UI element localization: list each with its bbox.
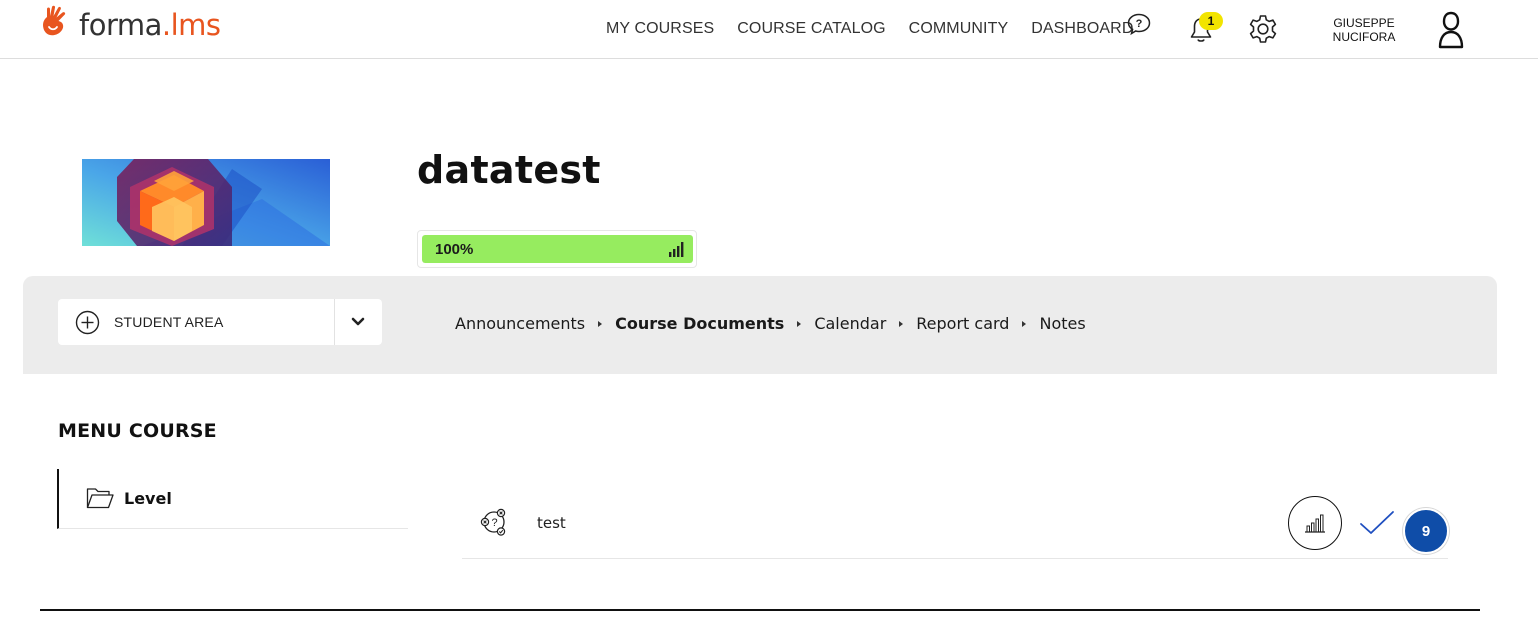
progress-label: 100% [435,241,474,258]
course-progress: 100% [417,230,697,268]
section-link-calendar[interactable]: Calendar [814,314,886,333]
course-section-nav: Announcements Course Documents Calendar … [455,314,1086,333]
section-link-announcements[interactable]: Announcements [455,314,585,333]
help-question-icon: ? [1127,13,1151,36]
course-cover-graphic [82,159,330,246]
main-nav: MY COURSES COURSE CATALOG COMMUNITY DASH… [606,20,1157,38]
section-link-report-card[interactable]: Report card [916,314,1009,333]
nav-course-catalog[interactable]: COURSE CATALOG [737,20,885,38]
brand-wordmark: forma.lms [79,7,221,42]
svg-text:?: ? [491,517,497,529]
brand-logo[interactable]: forma.lms [38,0,221,48]
user-icon [1438,11,1464,49]
plus-circle-icon [75,310,100,334]
nav-community[interactable]: COMMUNITY [909,20,1009,38]
section-separator [899,320,904,327]
attempts-count-badge: 9 [1403,508,1449,554]
section-separator [797,320,802,327]
quiz-icon: ? [480,508,506,536]
course-image [82,159,330,246]
completed-check-icon [1360,511,1394,534]
notification-count-badge: 1 [1199,12,1223,30]
bar-chart-icon [1305,514,1325,533]
chevron-down-icon [351,317,365,326]
hand-logo-icon [43,5,66,36]
menu-item-level[interactable]: Level [57,469,408,529]
folder-open-icon [86,487,114,508]
user-first-name: GIUSEPPE [1333,16,1395,30]
section-separator [1022,320,1027,327]
nav-dashboard[interactable]: DASHBOARD [1031,20,1133,38]
learning-object-name[interactable]: test [537,514,566,532]
user-name[interactable]: GIUSEPPE NUCIFORA [1322,16,1406,44]
user-profile-button[interactable] [1434,10,1468,50]
section-separator [598,320,603,327]
signal-bars-icon [669,242,684,257]
progress-track: 100% [422,235,693,263]
student-area-toggle[interactable] [334,299,382,345]
section-link-course-documents[interactable]: Course Documents [615,314,784,333]
top-bar: forma.lms MY COURSES COURSE CATALOG COMM… [0,0,1538,59]
help-button[interactable]: ? [1126,12,1152,36]
user-last-name: NUCIFORA [1332,30,1396,44]
footer-divider [40,609,1480,611]
student-area-label: STUDENT AREA [114,314,224,330]
statistics-button[interactable] [1288,496,1342,550]
course-title: datatest [417,148,601,192]
menu-course-title: MENU COURSE [58,420,217,442]
menu-item-label: Level [124,489,172,508]
nav-my-courses[interactable]: MY COURSES [606,20,714,38]
gear-icon [1249,15,1277,43]
student-area-select[interactable]: STUDENT AREA [58,299,382,345]
svg-text:?: ? [1136,18,1143,30]
settings-button[interactable] [1247,13,1279,45]
section-link-notes[interactable]: Notes [1039,314,1085,333]
learning-object-row: ? test 9 [462,493,1449,559]
